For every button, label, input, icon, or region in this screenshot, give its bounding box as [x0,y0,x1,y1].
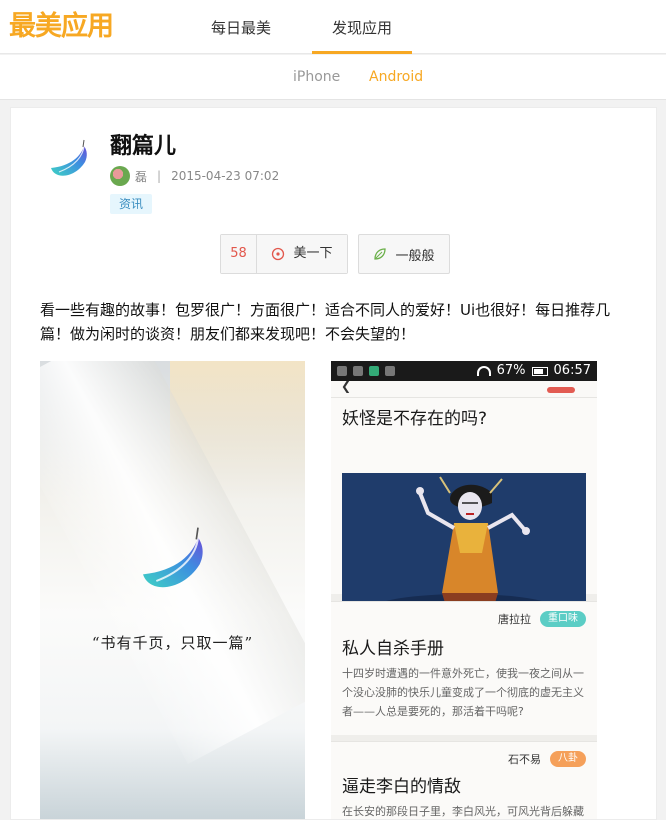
post-meta: 磊 | 2015-04-23 07:02 [110,165,279,187]
screenshot-quote: “书有千页，只取一篇” [91,634,254,652]
header-badge [547,387,575,393]
meh-button-label: 一般般 [395,248,435,264]
story-card: 唐拉拉 重口味 私人自杀手册 十四岁时遭遇的一件意外死亡，使我一夜之间从一个没心… [331,601,597,735]
like-button-label: 美一下 [293,246,333,261]
site-logo[interactable]: 最美应用 [9,9,114,45]
tab-daily-best[interactable]: 每日最美 [196,0,286,54]
story-author: 石不易 [508,753,541,766]
notification-icons [337,366,395,376]
like-button[interactable]: 美一下 [257,235,347,273]
wifi-icon [476,366,491,376]
story-excerpt: 在长安的那段日子里，李白风光，可风光背后躲藏着 [342,805,584,818]
top-bar: 最美应用 每日最美 发现应用 [0,0,666,54]
flower-icon [271,247,285,261]
story-card: 石不易 八卦 逼走李白的情敌 在长安的那段日子里，李白风光，可风光背后躲藏着 [331,741,597,819]
leaf-icon [373,247,387,261]
category-tag[interactable]: 资讯 [110,194,153,214]
app-icon [353,366,363,376]
feather-icon [45,136,93,184]
avatar[interactable] [110,166,130,186]
phone-app-header: ❮ [331,379,597,397]
phone-status-bar: 67% 06:57 [331,361,597,381]
story-author: 唐拉拉 [498,613,531,626]
battery-icon [531,366,548,376]
battery-percent: 67% [496,363,526,378]
story-title: 逼走李白的情敌 [342,777,461,797]
back-icon: ❮ [341,379,352,393]
opera-illustration [342,473,586,616]
feather-icon [133,521,213,601]
story-category-badge: 重口味 [540,611,586,627]
app-name: 翻篇儿 [110,134,177,159]
story-title: 妖怪是不存在的吗? [342,409,488,429]
story-title: 私人自杀手册 [342,639,444,659]
post-date: 2015-04-23 07:02 [171,169,280,183]
wechat-icon [369,366,379,376]
subnav-android[interactable]: Android [369,55,423,99]
status-time: 06:57 [553,363,591,378]
image-icon [337,366,347,376]
bird-icon [385,366,395,376]
app-screenshot-2[interactable]: 67% 06:57 ❮ 妖怪是不存在的吗? 唐拉拉 重口味 私人自杀手册 十四岁… [331,361,597,819]
like-count: 58 [221,235,257,273]
meta-separator: | [157,169,162,183]
platform-subnav: iPhone Android [0,55,666,100]
app-detail-card: 翻篇儿 磊 | 2015-04-23 07:02 资讯 58 美一下 一般般 看… [10,107,657,820]
tab-discover-apps[interactable]: 发现应用 [312,0,412,54]
app-description: 看一些有趣的故事！包罗很广！方面很广！适合不同人的爱好！Ui也很好！每日推荐几篇… [40,301,611,343]
like-button-group: 58 美一下 [220,234,348,274]
meh-button[interactable]: 一般般 [358,234,450,274]
story-excerpt: 十四岁时遭遇的一件意外死亡，使我一夜之间从一个没心没肺的快乐儿童变成了一个彻底的… [342,667,584,718]
author-name[interactable]: 磊 [135,168,147,185]
subnav-iphone[interactable]: iPhone [293,55,340,99]
story-category-badge: 八卦 [550,751,586,767]
app-screenshot-1[interactable]: “书有千页，只取一篇” [40,361,305,819]
story-card: 妖怪是不存在的吗? [331,397,597,616]
